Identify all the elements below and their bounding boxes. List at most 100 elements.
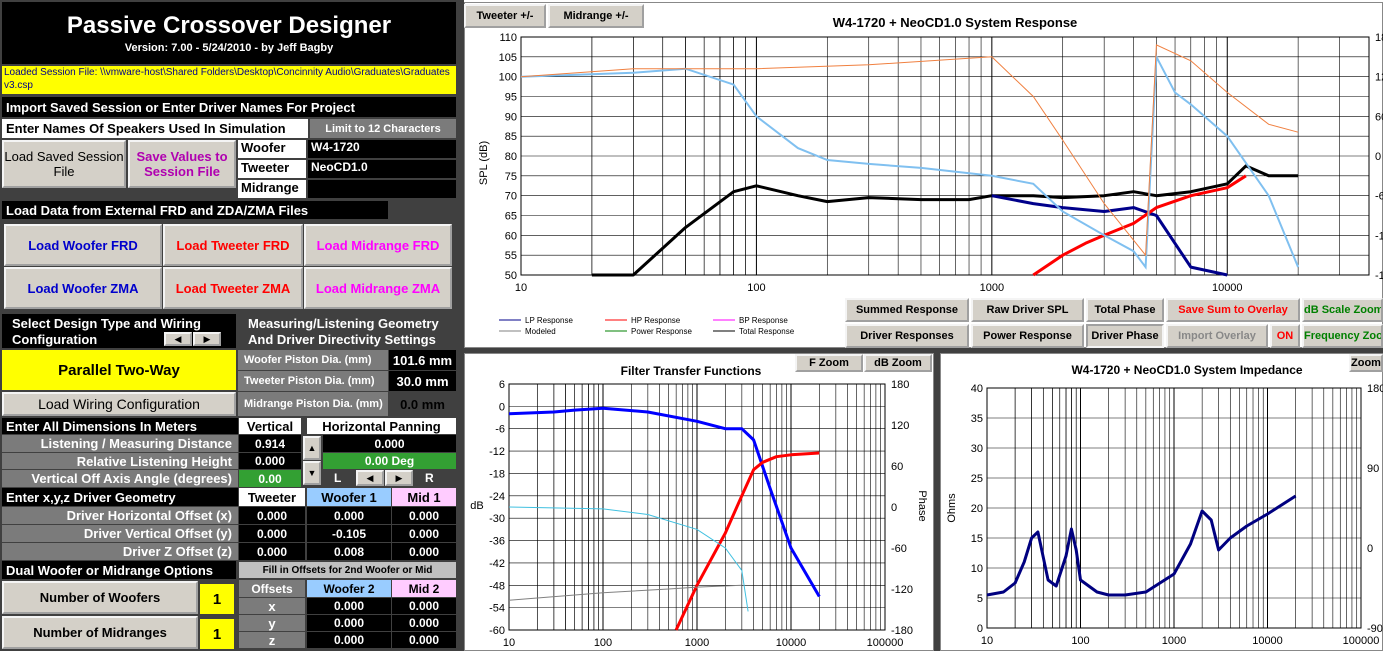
f-zoom-button[interactable]: F Zoom: [795, 354, 863, 372]
import-heading: Import Saved Session or Enter Driver Nam…: [2, 97, 456, 117]
load-woofer-zma-button[interactable]: Load Woofer ZMA: [4, 267, 162, 309]
load-midrange-zma-button[interactable]: Load Midrange ZMA: [304, 267, 452, 309]
midrange-name-field[interactable]: [308, 180, 456, 198]
woofer2-offset-cell[interactable]: 0.000: [307, 632, 391, 648]
load-tweeter-zma-button[interactable]: Load Tweeter ZMA: [163, 267, 303, 309]
midrange-name-label: Midrange: [238, 180, 306, 198]
load-tweeter-frd-button[interactable]: Load Tweeter FRD: [163, 224, 303, 266]
woofer-piston-value[interactable]: 101.6 mm: [389, 350, 456, 370]
woofer1-offset-cell[interactable]: 0.000: [307, 507, 391, 524]
woofer2-offset-cell[interactable]: 0.000: [307, 615, 391, 631]
chart-title: Filter Transfer Functions: [621, 364, 762, 378]
save-sum-overlay-button[interactable]: Save Sum to Overlay: [1166, 298, 1300, 322]
design-prev-button[interactable]: ◀: [164, 332, 192, 346]
load-session-button[interactable]: Load Saved Session File: [2, 140, 126, 188]
angle-value[interactable]: 0.00: [239, 470, 301, 487]
spin-down-button[interactable]: ▼: [303, 461, 321, 485]
summed-response-button[interactable]: Summed Response: [845, 298, 969, 322]
number-of-midranges-value[interactable]: 1: [200, 619, 234, 649]
tweeter-polarity-button[interactable]: Tweeter +/-: [464, 4, 546, 28]
mid2-offset-cell[interactable]: 0.000: [392, 598, 456, 614]
right-label: R: [425, 471, 434, 485]
x-tick-label: 10000: [776, 637, 807, 649]
tweeter-offset-cell[interactable]: 0.000: [239, 507, 305, 524]
y-tick-label: 5: [977, 593, 983, 605]
woofer-name-field[interactable]: W4-1720: [308, 140, 456, 158]
y2-tick-label: 180: [1367, 383, 1383, 395]
system-impedance-chart: W4-1720 + NeoCD1.0 System Impedance Ohms 4…: [940, 353, 1383, 651]
control-panel: Passive Crossover Designer Version: 7.00…: [0, 0, 458, 651]
title-block: Passive Crossover Designer Version: 7.00…: [2, 2, 456, 64]
x-tick-label: 10: [981, 635, 993, 647]
y-axis-label: SPL (dB): [478, 141, 490, 185]
distance-value[interactable]: 0.914: [239, 435, 301, 452]
driver-responses-button[interactable]: Driver Responses: [845, 324, 969, 348]
y2-tick-label: 60: [891, 461, 903, 473]
impedance-zoom-button[interactable]: Zoom: [1349, 354, 1383, 372]
load-wiring-button[interactable]: Load Wiring Configuration: [2, 392, 236, 416]
load-midrange-frd-button[interactable]: Load Midrange FRD: [304, 224, 452, 266]
mid1-offset-cell[interactable]: 0.000: [392, 525, 456, 542]
load-woofer-frd-button[interactable]: Load Woofer FRD: [4, 224, 162, 266]
y-axis-label: dB: [470, 500, 483, 512]
design-type-value[interactable]: Parallel Two-Way: [2, 350, 236, 390]
height-value[interactable]: 0.000: [239, 453, 301, 469]
y-tick-label: 85: [505, 131, 517, 143]
design-next-button[interactable]: ▶: [193, 332, 221, 346]
overlay-on-toggle[interactable]: ON: [1270, 324, 1300, 348]
pan-right-button[interactable]: ▶: [385, 470, 413, 486]
number-of-woofers-button[interactable]: Number of Woofers: [2, 581, 198, 614]
frequency-zoom-button[interactable]: Frequency Zoom: [1302, 324, 1383, 348]
y-tick-label: -60: [489, 625, 505, 637]
horizontal-degree[interactable]: 0.00 Deg: [323, 453, 456, 469]
y-tick-label: 60: [505, 230, 517, 242]
mid2-offset-cell[interactable]: 0.000: [392, 615, 456, 631]
mid2-header: Mid 2: [392, 580, 456, 597]
tweeter-piston-value[interactable]: 30.0 mm: [389, 371, 456, 391]
pan-left-button[interactable]: ◀: [356, 470, 384, 486]
db-scale-zoom-button[interactable]: dB Scale Zoom: [1302, 298, 1383, 322]
woofer2-offset-cell[interactable]: 0.000: [307, 598, 391, 614]
number-of-midranges-button[interactable]: Number of Midranges: [2, 616, 198, 649]
tweeter-offset-cell[interactable]: 0.000: [239, 525, 305, 542]
midrange-piston-label: Midrange Piston Dia. (mm): [238, 392, 388, 416]
x-tick-label: 10000: [1212, 282, 1243, 294]
x-tick-label: 100: [594, 637, 612, 649]
midrange-piston-value[interactable]: 0.0 mm: [389, 392, 456, 416]
geometry-row-label: Driver Vertical Offset (y): [2, 525, 238, 542]
x-tick-label: 100000: [1343, 635, 1380, 647]
arrow-left-icon: ◀: [366, 472, 374, 483]
raw-driver-spl-button[interactable]: Raw Driver SPL: [971, 298, 1084, 322]
filter-transfer-chart: Filter Transfer Functions dB Phase 6 0 -6 -12-…: [464, 353, 934, 651]
y-tick-label: 6: [499, 379, 505, 391]
limit-note: Limit to 12 Characters: [310, 119, 456, 138]
mid2-offset-cell[interactable]: 0.000: [392, 632, 456, 648]
y-tick-label: -24: [489, 491, 505, 503]
tweeter-offset-cell[interactable]: 0.000: [239, 543, 305, 560]
geometry-row-label: Driver Z Offset (z): [2, 543, 238, 560]
db-zoom-button[interactable]: dB Zoom: [864, 354, 932, 372]
woofer1-offset-cell[interactable]: -0.105: [307, 525, 391, 542]
mid1-offset-cell[interactable]: 0.000: [392, 507, 456, 524]
total-phase-button[interactable]: Total Phase: [1086, 298, 1164, 322]
spin-up-button[interactable]: ▲: [303, 436, 321, 460]
power-response-button[interactable]: Power Response: [971, 324, 1084, 348]
midrange-polarity-button[interactable]: Midrange +/-: [548, 4, 644, 28]
y-tick-label: -42: [489, 558, 505, 570]
tweeter-column-header: Tweeter: [239, 488, 305, 506]
y-tick-label: -6: [495, 424, 505, 436]
tweeter-name-field[interactable]: NeoCD1.0: [308, 160, 456, 178]
number-of-woofers-value[interactable]: 1: [200, 584, 234, 614]
driver-phase-button[interactable]: Driver Phase: [1086, 324, 1164, 348]
woofer1-offset-cell[interactable]: 0.008: [307, 543, 391, 560]
y2-tick-label: 0: [1375, 151, 1381, 163]
mid1-offset-cell[interactable]: 0.000: [392, 543, 456, 560]
import-overlay-button[interactable]: Import Overlay: [1166, 324, 1268, 348]
y-axis-label: Ohms: [946, 493, 958, 523]
y-tick-label: -12: [489, 446, 505, 458]
tweeter-piston-label: Tweeter Piston Dia. (mm): [238, 371, 388, 391]
x-tick-label: 1000: [685, 637, 709, 649]
save-values-button[interactable]: Save Values to Session File: [128, 140, 236, 188]
horizontal-value[interactable]: 0.000: [323, 435, 456, 452]
dual-row-label: z: [239, 632, 305, 648]
